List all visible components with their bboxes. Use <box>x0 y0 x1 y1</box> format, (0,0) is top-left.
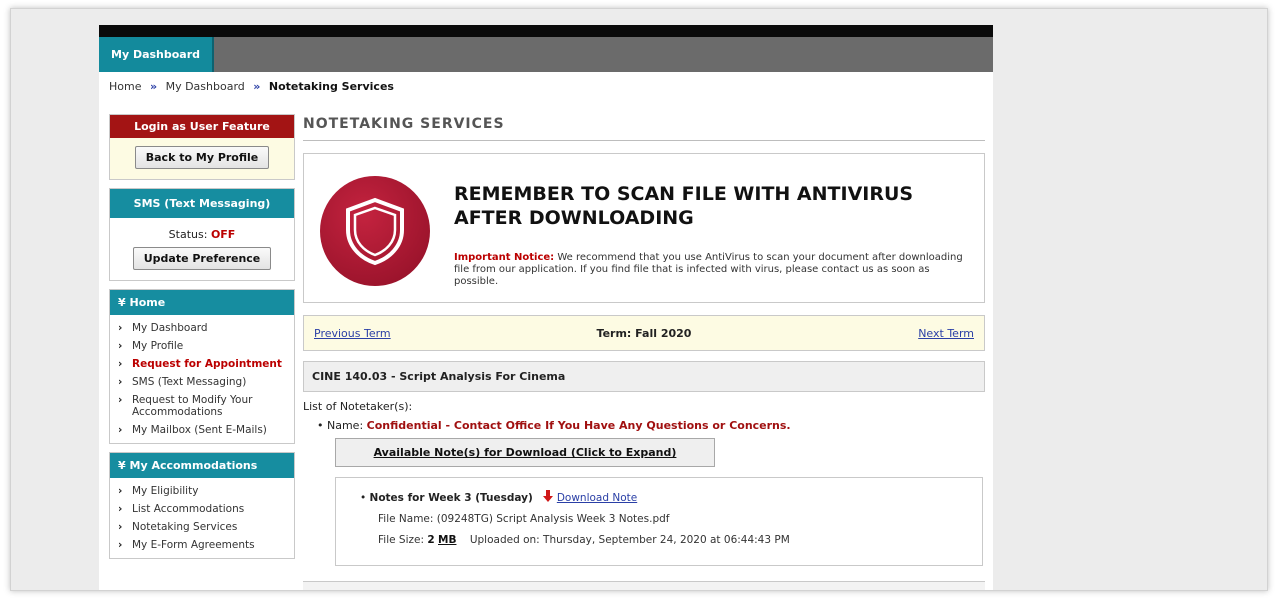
uploaded-date: Thursday, September 24, 2020 at 06:44:43… <box>543 534 790 546</box>
sidebar-item-modify-accommodations[interactable]: › Request to Modify Your Accommodations <box>110 391 294 421</box>
chevron-right-icon: › <box>118 376 123 388</box>
notetakers-label: List of Notetaker(s): <box>303 400 413 413</box>
top-black-bar <box>99 25 993 37</box>
sms-box: SMS (Text Messaging) Status: OFF Update … <box>109 188 295 281</box>
download-arrow-icon <box>542 490 553 505</box>
note-file-name: File Name: (09248TG) Script Analysis Wee… <box>378 513 670 525</box>
current-term: Term: Fall 2020 <box>596 327 692 340</box>
sidebar-item-my-dashboard[interactable]: › My Dashboard <box>110 319 294 337</box>
notice-headline: REMEMBER TO SCAN FILE WITH ANTIVIRUS AFT… <box>454 183 914 229</box>
chevron-right-icon: › <box>118 485 123 497</box>
sidebar-item-my-mailbox[interactable]: › My Mailbox (Sent E-Mails) <box>110 421 294 439</box>
sms-status-value: OFF <box>210 228 236 241</box>
note-file-info: File Size: 2 MB Uploaded on: Thursday, S… <box>378 534 790 546</box>
sidebar-item-sms[interactable]: › SMS (Text Messaging) <box>110 373 294 391</box>
page: My Dashboard Home » My Dashboard » Notet… <box>99 25 993 590</box>
sms-status: Status: OFF <box>110 228 294 241</box>
sidebar: Login as User Feature Back to My Profile… <box>109 114 295 567</box>
double-chevron-down-icon: ¥ <box>118 459 126 472</box>
chevron-right-icon: › <box>118 358 123 370</box>
note-item: • Notes for Week 3 (Tuesday) Download No… <box>360 490 982 505</box>
sidebar-item-list-accommodations[interactable]: › List Accommodations <box>110 500 294 518</box>
notetaker-item: • Name: Confidential - Contact Office If… <box>303 419 985 432</box>
chevron-right-icon: › <box>118 340 123 352</box>
course-header: CINE 140.03 - Script Analysis For Cinema <box>303 361 985 392</box>
top-navbar: My Dashboard <box>99 37 993 72</box>
next-term-link[interactable]: Next Term <box>918 327 974 340</box>
login-as-user-box: Login as User Feature Back to My Profile <box>109 114 295 180</box>
file-size-value: 2 <box>427 534 435 546</box>
term-bar: Previous Term Term: Fall 2020 Next Term <box>303 315 985 351</box>
breadcrumb-current: Notetaking Services <box>268 80 394 93</box>
chevron-right-icon: › <box>118 503 123 515</box>
antivirus-notice: REMEMBER TO SCAN FILE WITH ANTIVIRUS AFT… <box>303 153 985 303</box>
notetaker-name: Confidential - Contact Office If You Hav… <box>366 419 791 432</box>
breadcrumb-separator: » <box>149 80 158 93</box>
update-preference-button[interactable]: Update Preference <box>132 247 272 270</box>
accommodations-menu: ¥ My Accommodations › My Eligibility › Lis… <box>109 452 295 559</box>
expand-notes-button[interactable]: Available Note(s) for Download (Click to… <box>335 438 715 467</box>
back-to-profile-button[interactable]: Back to My Profile <box>134 146 270 169</box>
breadcrumb-dashboard[interactable]: My Dashboard <box>166 80 245 93</box>
login-as-user-title: Login as User Feature <box>110 115 294 138</box>
breadcrumb-separator: » <box>253 80 261 93</box>
page-title: NOTETAKING SERVICES <box>303 114 985 141</box>
notice-text: Important Notice: We recommend that you … <box>454 252 964 288</box>
sidebar-item-notetaking-services[interactable]: › Notetaking Services <box>110 518 294 536</box>
bullet-icon: • <box>360 491 370 504</box>
home-menu: ¥ Home › My Dashboard › My Profile › Reques… <box>109 289 295 444</box>
sidebar-item-my-eligibility[interactable]: › My Eligibility <box>110 482 294 500</box>
accommodations-menu-title: My Accommodations <box>129 459 258 472</box>
uploaded-label: Uploaded on: <box>469 534 540 546</box>
sidebar-item-request-appointment[interactable]: › Request for Appointment <box>110 355 294 373</box>
notetaker-label: Name: <box>327 419 364 432</box>
download-note-link[interactable]: Download Note <box>557 492 637 504</box>
bullet-icon: • <box>317 419 327 432</box>
note-title: Notes for Week 3 (Tuesday) <box>369 491 533 504</box>
next-section-edge <box>303 581 985 590</box>
main-content: NOTETAKING SERVICES REMEMBER TO SCAN FIL… <box>303 114 985 566</box>
chevron-right-icon: › <box>118 322 123 334</box>
double-chevron-down-icon: ¥ <box>118 296 126 309</box>
screenshot-frame: My Dashboard Home » My Dashboard » Notet… <box>10 8 1268 591</box>
chevron-right-icon: › <box>118 539 123 551</box>
sms-title: SMS (Text Messaging) <box>110 189 294 218</box>
sidebar-item-eform-agreements[interactable]: › My E-Form Agreements <box>110 536 294 554</box>
file-size-unit: MB <box>438 534 457 546</box>
chevron-right-icon: › <box>118 424 123 436</box>
accommodations-menu-header[interactable]: ¥ My Accommodations <box>110 453 294 478</box>
breadcrumb-home[interactable]: Home <box>109 80 141 93</box>
sidebar-item-my-profile[interactable]: › My Profile <box>110 337 294 355</box>
sms-status-label: Status: <box>168 228 208 241</box>
home-menu-header[interactable]: ¥ Home <box>110 290 294 315</box>
notice-label: Important Notice: <box>454 252 555 263</box>
breadcrumb: Home » My Dashboard » Notetaking Service… <box>99 72 993 101</box>
home-menu-title: Home <box>129 296 166 309</box>
chevron-right-icon: › <box>118 521 123 533</box>
chevron-right-icon: › <box>118 394 123 406</box>
shield-icon <box>320 176 430 286</box>
tab-my-dashboard[interactable]: My Dashboard <box>99 37 215 72</box>
notes-list: • Notes for Week 3 (Tuesday) Download No… <box>335 477 983 566</box>
